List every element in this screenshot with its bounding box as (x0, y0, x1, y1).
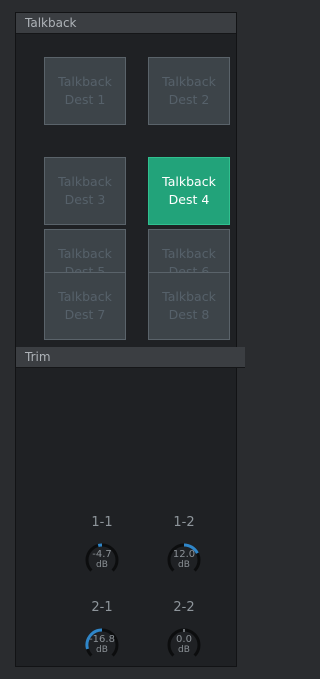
talkback-section-header: Talkback (16, 13, 236, 34)
talkback-dest-7-line1: Talkback (58, 289, 112, 304)
trim-1-2-knob[interactable]: 12.0 dB (164, 540, 204, 580)
talkback-dest-8-line2: Dest 8 (168, 307, 210, 322)
trim-1-2-unit: dB (178, 560, 190, 570)
talkback-dest-8-button[interactable]: Talkback Dest 8 (148, 272, 230, 340)
trim-1-2-value: 12.0 (172, 549, 196, 560)
trim-knob-area: 1-1 1-2 -4.7 dB 12.0 dB 2-1 2-2 -16.8 dB… (16, 368, 236, 666)
talkback-dest-6-line1: Talkback (162, 246, 216, 261)
talkback-dest-3-button[interactable]: Talkback Dest 3 (44, 157, 126, 225)
trim-1-1-unit: dB (96, 560, 108, 570)
talkback-dest-1-line2: Dest 1 (64, 92, 106, 107)
trim-section-header: Trim (16, 347, 245, 368)
talkback-dest-4-line1: Talkback (162, 174, 216, 189)
talkback-dest-2-button[interactable]: Talkback Dest 2 (148, 57, 230, 125)
trim-2-1-knob[interactable]: -16.8 dB (82, 625, 122, 665)
trim-1-1-value: -4.7 (92, 549, 112, 560)
talkback-button-grid: Talkback Dest 1 Talkback Dest 2 Talkback… (16, 34, 236, 347)
talkback-trim-panel: Talkback Talkback Dest 1 Talkback Dest 2… (15, 12, 245, 667)
trim-2-1-label: 2-1 (91, 600, 113, 615)
talkback-dest-2-line1: Talkback (162, 74, 216, 89)
trim-2-1-value: -16.8 (89, 634, 115, 645)
talkback-dest-4-button[interactable]: Talkback Dest 4 (148, 157, 230, 225)
trim-1-1-knob[interactable]: -4.7 dB (82, 540, 122, 580)
talkback-dest-2-line2: Dest 2 (168, 92, 210, 107)
trim-2-2-knob[interactable]: 0.0 dB (164, 625, 204, 665)
talkback-dest-8-line1: Talkback (162, 289, 216, 304)
trim-1-1-label: 1-1 (91, 515, 113, 530)
talkback-dest-5-line1: Talkback (58, 246, 112, 261)
talkback-dest-3-line1: Talkback (58, 174, 112, 189)
trim-2-1-unit: dB (96, 645, 108, 655)
talkback-dest-1-line1: Talkback (58, 74, 112, 89)
talkback-dest-3-line2: Dest 3 (64, 192, 106, 207)
trim-2-2-unit: dB (178, 645, 190, 655)
trim-2-2-value: 0.0 (176, 634, 192, 645)
talkback-dest-1-button[interactable]: Talkback Dest 1 (44, 57, 126, 125)
talkback-dest-7-button[interactable]: Talkback Dest 7 (44, 272, 126, 340)
trim-1-2-label: 1-2 (173, 515, 195, 530)
talkback-dest-7-line2: Dest 7 (64, 307, 106, 322)
trim-2-2-label: 2-2 (173, 600, 195, 615)
talkback-dest-4-line2: Dest 4 (168, 192, 210, 207)
